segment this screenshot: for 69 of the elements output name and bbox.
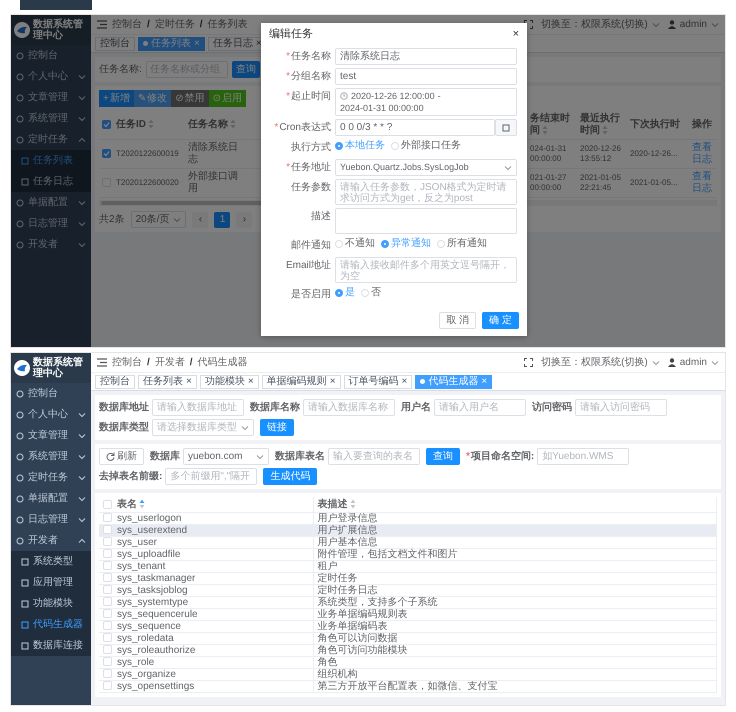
table-cell: 系统类型，支持多个子系统 bbox=[313, 596, 716, 608]
field-label: 数据库表名 bbox=[275, 450, 325, 462]
table-cell: 定时任务 bbox=[313, 572, 716, 584]
table-cell: sys_tenant bbox=[113, 560, 313, 572]
field-label: 描述 bbox=[310, 210, 331, 224]
field-label: 任务参数 bbox=[290, 180, 331, 196]
column-header: 操作 bbox=[689, 111, 717, 140]
table-cell: 角色 bbox=[313, 656, 716, 668]
field-label: 任务名称: bbox=[99, 64, 142, 76]
table-cell: sys_roledata bbox=[113, 632, 313, 644]
field-label: 是否启用 bbox=[290, 288, 331, 302]
table-cell: 组织机构 bbox=[313, 668, 716, 680]
table-cell: 2021-01-05 22:21:45 bbox=[577, 168, 627, 198]
table-cell: 用户基本信息 bbox=[313, 536, 716, 548]
table-cell: 用户扩展信息 bbox=[313, 524, 716, 536]
table-cell: 附件管理，包括文档文件和图片 bbox=[313, 548, 716, 560]
table-cell: T2020122600019 bbox=[113, 140, 185, 168]
field-label: *分组名称 bbox=[285, 70, 331, 84]
table-cell: sys_opensettings bbox=[113, 680, 313, 692]
total-count: 共2条 bbox=[99, 214, 125, 226]
field-label: *任务名称 bbox=[285, 50, 331, 64]
table-cell: sys_systemtype bbox=[113, 596, 313, 608]
field-label: 数据库地址 bbox=[99, 402, 149, 414]
breadcrumb-separator: / bbox=[190, 356, 193, 368]
table-cell: 定时任务日志 bbox=[313, 584, 716, 596]
field-label: 邮件通知 bbox=[290, 238, 331, 254]
table-cell: 2021-01-05... bbox=[627, 168, 689, 198]
field-label: 执行方式 bbox=[290, 140, 331, 156]
table-cell: sys_sequencerule bbox=[113, 608, 313, 620]
table-cell: sys_taskmanager bbox=[113, 572, 313, 584]
table-cell: sys_role bbox=[113, 656, 313, 668]
table-cell: 用户登录信息 bbox=[313, 512, 716, 524]
field-label: *任务地址 bbox=[285, 160, 331, 176]
field-label: 去掉表名前缀: bbox=[99, 470, 162, 482]
table-cell: sys_user bbox=[113, 536, 313, 548]
field-label: 访问密码 bbox=[532, 402, 572, 414]
table-cell: 2020-12-26... bbox=[627, 140, 689, 168]
field-label: 数据库名称 bbox=[250, 402, 300, 414]
table-cell: sys_organize bbox=[113, 668, 313, 680]
table-cell: 外部接口调用 bbox=[185, 168, 249, 198]
table-cell: 清除系统日志 bbox=[185, 140, 249, 168]
table-cell: sys_userextend bbox=[113, 524, 313, 536]
table-cell: 租户 bbox=[313, 560, 716, 572]
dialog-title: 编辑任务 bbox=[269, 28, 313, 42]
table-cell: sys_tasksjoblog bbox=[113, 584, 313, 596]
field-label: 数据库 bbox=[150, 450, 180, 462]
field-label: 数据库类型 bbox=[99, 422, 149, 434]
table-cell: 2020-12-26 13:55:12 bbox=[577, 140, 627, 168]
table-cell: sys_userlogon bbox=[113, 512, 313, 524]
app-title: 数据系统管理中心 bbox=[33, 357, 84, 379]
field-label: *Cron表达式 bbox=[273, 120, 331, 136]
field-label: Email地址 bbox=[284, 258, 331, 274]
table-cell: 业务单据编码表 bbox=[313, 620, 716, 632]
table-cell: 角色可访问功能模块 bbox=[313, 644, 716, 656]
table-cell: 第三方开放平台配置表，如微信、支付宝 bbox=[313, 680, 716, 692]
field-label: 用户名 bbox=[401, 402, 431, 414]
table-cell: sys_uploadfile bbox=[113, 548, 313, 560]
field-label: *项目命名空间: bbox=[466, 450, 534, 462]
table-cell: 业务单据编码规则表 bbox=[313, 608, 716, 620]
field-label: *起止时间 bbox=[285, 90, 331, 104]
breadcrumb-separator: / bbox=[200, 18, 203, 30]
table-cell: sys_sequence bbox=[113, 620, 313, 632]
app-title: 数据系统管理中心 bbox=[33, 19, 84, 41]
column-header: 下次执行时 bbox=[627, 111, 689, 140]
table-cell: sys_roleauthorize bbox=[113, 644, 313, 656]
table-cell: 角色可以访问数据 bbox=[313, 632, 716, 644]
breadcrumb-separator: / bbox=[147, 356, 150, 368]
breadcrumb-separator: / bbox=[147, 18, 150, 30]
table-cell: T2020122600020 bbox=[113, 168, 185, 198]
